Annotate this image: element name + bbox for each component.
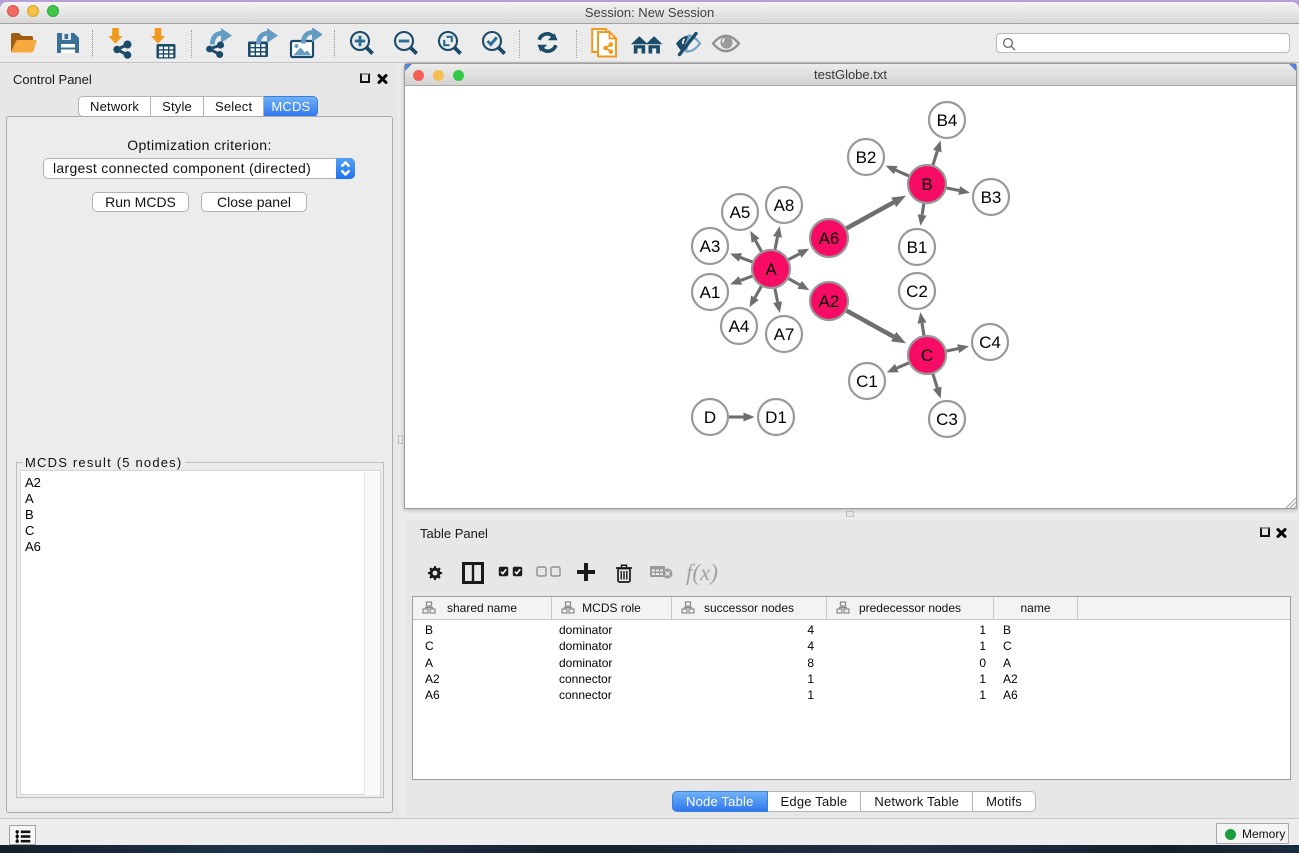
svg-text:D: D (704, 408, 716, 427)
svg-text:C1: C1 (856, 372, 878, 391)
svg-text:B2: B2 (856, 148, 877, 167)
svg-text:D1: D1 (765, 408, 787, 427)
svg-text:A1: A1 (700, 283, 721, 302)
svg-text:A8: A8 (774, 196, 795, 215)
svg-text:A7: A7 (774, 325, 795, 344)
svg-text:C4: C4 (979, 333, 1001, 352)
svg-text:C: C (921, 346, 933, 365)
svg-text:A5: A5 (730, 203, 751, 222)
svg-text:A4: A4 (729, 317, 750, 336)
svg-text:A: A (765, 260, 777, 279)
svg-text:B: B (921, 175, 932, 194)
svg-text:C3: C3 (936, 410, 958, 429)
svg-text:B3: B3 (981, 188, 1002, 207)
svg-text:B1: B1 (907, 238, 928, 257)
svg-text:A2: A2 (819, 292, 840, 311)
svg-text:A3: A3 (700, 237, 721, 256)
svg-text:B4: B4 (937, 111, 958, 130)
svg-text:C2: C2 (906, 282, 928, 301)
svg-text:A6: A6 (819, 229, 840, 248)
